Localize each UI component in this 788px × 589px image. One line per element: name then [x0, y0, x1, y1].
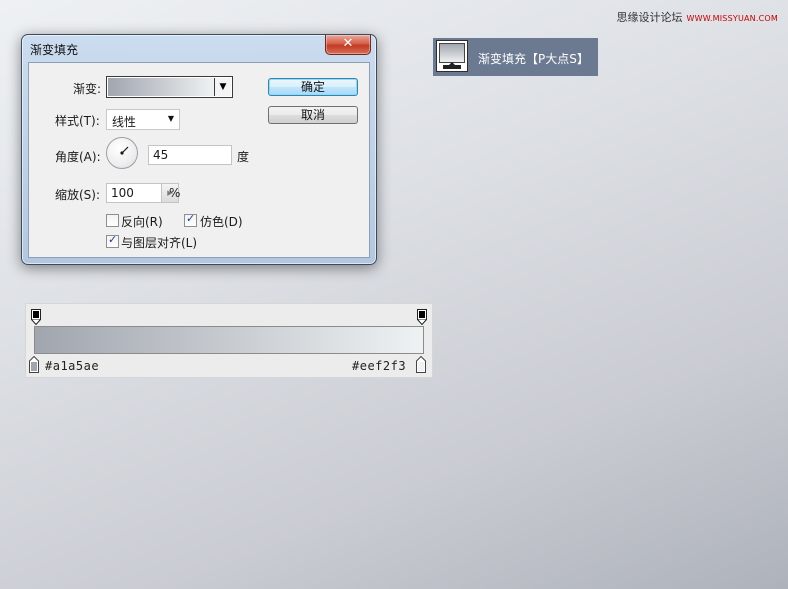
angle-label: 角度(A):	[55, 150, 101, 164]
gradient-fill-layer-icon	[436, 40, 468, 72]
layer-name: 渐变填充【P大点S】	[478, 52, 589, 66]
dialog-content: 渐变: ▼ 样式(T): 线性 ▼ 角度(A): 45 度 缩放(S): 100…	[28, 62, 370, 258]
gradient-preview-swatch	[108, 78, 214, 96]
layer-thumbnail-gradient	[439, 43, 465, 63]
gradient-ramp[interactable]	[34, 326, 424, 354]
watermark-url: WWW.MISSYUAN.COM	[686, 14, 778, 23]
reverse-checkbox[interactable]	[106, 214, 119, 227]
cancel-button[interactable]: 取消	[268, 106, 358, 124]
color-stop-end[interactable]	[416, 356, 426, 373]
color-stop-icon	[29, 356, 39, 373]
chevron-down-icon: ▼	[167, 114, 174, 123]
dialog-title: 渐变填充	[30, 43, 79, 57]
scale-unit: %	[169, 186, 181, 200]
align-layer-checkbox[interactable]: ✓	[106, 233, 119, 248]
align-layer-label: 与图层对齐(L)	[121, 236, 198, 250]
color-stop-icon	[416, 356, 426, 373]
reverse-label: 反向(R)	[121, 215, 163, 229]
color-stop-start[interactable]	[29, 356, 39, 373]
style-select-value: 线性	[112, 115, 137, 129]
angle-dial[interactable]	[106, 137, 138, 169]
layer-item[interactable]: 渐变填充【P大点S】	[433, 38, 598, 76]
opacity-stop-left[interactable]	[31, 309, 41, 325]
ok-button[interactable]: 确定	[268, 78, 358, 96]
gradient-label: 渐变:	[73, 82, 102, 96]
chevron-down-icon[interactable]: ▼	[214, 78, 231, 96]
scale-input[interactable]: 100	[106, 183, 162, 203]
style-select[interactable]: 线性 ▼	[106, 109, 180, 130]
dither-label: 仿色(D)	[200, 215, 243, 229]
style-label: 样式(T):	[55, 114, 100, 128]
dither-checkbox[interactable]: ✓	[184, 212, 197, 227]
angle-unit: 度	[237, 150, 250, 164]
gradient-editor: #a1a5ae #eef2f3	[25, 303, 433, 378]
check-icon: ✓	[186, 212, 196, 225]
opacity-stop-right[interactable]	[417, 309, 427, 325]
opacity-stop-icon	[417, 309, 427, 325]
watermark-site-name: 思缘设计论坛	[616, 11, 683, 24]
opacity-stop-icon	[31, 309, 41, 325]
check-icon: ✓	[108, 233, 118, 246]
end-color-hex: #eef2f3	[352, 359, 407, 373]
angle-dial-icon	[120, 146, 129, 155]
gradient-fill-dialog: 渐变填充 ✕ 渐变: ▼ 样式(T): 线性 ▼ 角度(A): 45 度 缩放(…	[21, 34, 377, 265]
angle-input[interactable]: 45	[148, 145, 232, 165]
monitor-base	[443, 65, 461, 69]
watermark: 思缘设计论坛 WWW.MISSYUAN.COM	[616, 9, 778, 25]
close-icon: ✕	[342, 36, 354, 51]
scale-label: 缩放(S):	[55, 188, 101, 202]
start-color-hex: #a1a5ae	[45, 359, 100, 373]
close-button[interactable]: ✕	[325, 35, 371, 55]
dialog-titlebar[interactable]: 渐变填充 ✕	[22, 35, 376, 60]
gradient-picker[interactable]: ▼	[106, 76, 233, 98]
